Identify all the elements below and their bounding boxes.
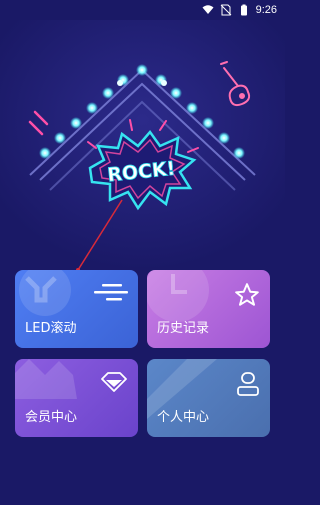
history-label: 历史记录 <box>157 321 210 336</box>
diamond-icon <box>100 371 128 397</box>
battery-icon <box>238 4 250 16</box>
personal-center-card[interactable]: 个人中心 <box>147 359 270 437</box>
star-icon <box>234 282 260 312</box>
member-center-label: 会员中心 <box>25 410 78 425</box>
led-scroll-card[interactable]: LED滚动 <box>15 270 138 348</box>
lines-icon <box>94 282 128 306</box>
hero-banner: ROCK! <box>0 20 285 270</box>
member-center-card[interactable]: 会员中心 <box>15 359 138 437</box>
led-scroll-label: LED滚动 <box>25 321 77 336</box>
rock-neon-illustration: ROCK! <box>0 20 285 270</box>
personal-center-label: 个人中心 <box>157 410 210 425</box>
history-card[interactable]: 历史记录 <box>147 270 270 348</box>
no-sim-icon <box>220 4 232 16</box>
status-bar: 9:26 <box>0 0 285 20</box>
status-time: 9:26 <box>255 4 277 16</box>
wifi-icon <box>202 4 214 16</box>
user-icon <box>236 371 260 401</box>
